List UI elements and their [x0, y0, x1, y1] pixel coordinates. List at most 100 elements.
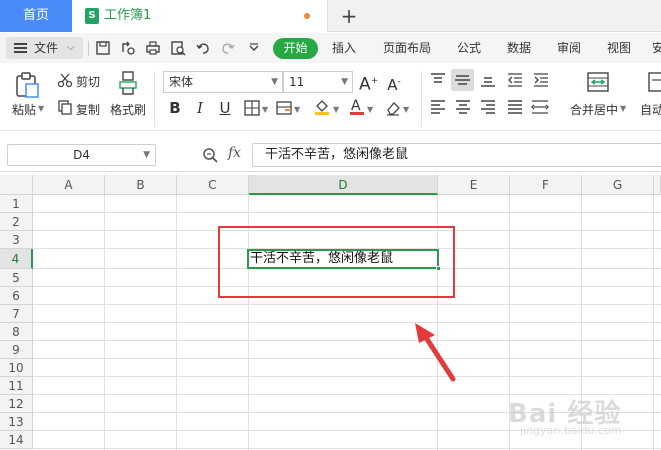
column-header-e[interactable]: E	[438, 175, 510, 195]
gridline	[33, 212, 661, 213]
chevron-down-icon[interactable]: ▼	[38, 104, 44, 113]
chevron-down-icon[interactable]: ▼	[333, 105, 339, 114]
baidu-watermark: Bai 经验 jingyan.baidu.com	[508, 393, 658, 443]
merge-center-icon[interactable]	[586, 70, 610, 94]
chevron-down-icon[interactable]: ▼	[262, 105, 268, 114]
fx-icon[interactable]: fx	[228, 145, 241, 161]
customize-toolbar-icon[interactable]	[246, 40, 262, 56]
column-header-f[interactable]: F	[510, 175, 582, 195]
hamburger-icon	[14, 43, 27, 53]
save-icon[interactable]	[95, 40, 111, 56]
column-header-h[interactable]	[654, 175, 661, 195]
chevron-down-icon[interactable]: ▼	[294, 105, 300, 114]
row-header-6[interactable]: 6	[0, 287, 33, 305]
eraser-icon[interactable]	[385, 100, 401, 116]
column-header-b[interactable]: B	[105, 175, 177, 195]
paste-button[interactable]: 粘贴	[12, 101, 36, 118]
chevron-down-icon[interactable]: ▼	[367, 105, 373, 114]
align-bottom-icon[interactable]	[480, 73, 496, 87]
row-header-8[interactable]: 8	[0, 323, 33, 341]
chevron-down-icon[interactable]: ▼	[620, 104, 626, 113]
paste-icon[interactable]	[14, 71, 40, 99]
column-header-g[interactable]: G	[582, 175, 654, 195]
font-name-value: 宋体	[169, 75, 194, 89]
distributed-align-icon[interactable]	[531, 99, 549, 115]
name-box[interactable]: D4 ▼	[7, 144, 156, 166]
scissors-icon	[57, 72, 73, 88]
row-header-7[interactable]: 7	[0, 305, 33, 323]
row-header-10[interactable]: 10	[0, 359, 33, 377]
wrap-text-button[interactable]: 自动	[640, 101, 661, 118]
align-center-icon[interactable]	[455, 100, 471, 114]
align-left-icon[interactable]	[430, 100, 446, 114]
wrap-text-icon[interactable]	[647, 70, 661, 94]
column-header-c[interactable]: C	[177, 175, 249, 195]
increase-indent-icon[interactable]	[533, 73, 549, 87]
row-header-14[interactable]: 14	[0, 431, 33, 449]
row-header-9[interactable]: 9	[0, 341, 33, 359]
font-name-select[interactable]: 宋体 ▼	[163, 71, 283, 93]
row-header-2[interactable]: 2	[0, 213, 33, 231]
align-right-icon[interactable]	[480, 100, 496, 114]
tab-view[interactable]: 视图	[607, 33, 631, 63]
tab-insert[interactable]: 插入	[332, 33, 356, 63]
decrease-font-icon[interactable]: A-	[385, 73, 403, 94]
row-header-13[interactable]: 13	[0, 413, 33, 431]
font-size-value: 11	[289, 75, 305, 89]
tab-review[interactable]: 审阅	[557, 33, 581, 63]
format-painter-button[interactable]: 格式刷	[110, 101, 146, 118]
tab-security[interactable]: 安	[652, 33, 661, 63]
align-top-icon[interactable]	[430, 73, 446, 87]
unsaved-dot-icon	[304, 13, 310, 19]
copy-button[interactable]: 复制	[76, 101, 100, 118]
divider	[154, 71, 155, 127]
select-all-corner[interactable]	[0, 175, 33, 195]
row-header-4[interactable]: 4	[0, 249, 33, 269]
font-color-icon[interactable]: A	[349, 97, 365, 117]
underline-icon[interactable]: U	[216, 99, 234, 117]
print-preview-icon[interactable]	[170, 40, 186, 56]
annotation-arrow-icon	[405, 321, 461, 386]
decrease-indent-icon[interactable]	[507, 73, 523, 87]
formula-input[interactable]: 干活不辛苦，悠闲像老鼠	[252, 143, 661, 167]
tab-data[interactable]: 数据	[507, 33, 531, 63]
tab-page-layout[interactable]: 页面布局	[383, 33, 431, 63]
zoom-icon[interactable]	[202, 147, 218, 166]
row-header-1[interactable]: 1	[0, 195, 33, 213]
fill-color-icon[interactable]	[313, 98, 331, 116]
merge-center-button[interactable]: 合并居中	[570, 101, 618, 118]
justify-icon[interactable]	[507, 100, 523, 114]
row-header-12[interactable]: 12	[0, 395, 33, 413]
gridline	[33, 340, 661, 341]
export-icon[interactable]	[120, 40, 136, 56]
spreadsheet-icon: S	[85, 8, 99, 24]
print-icon[interactable]	[145, 40, 161, 56]
name-box-value: D4	[73, 148, 90, 162]
borders-icon[interactable]	[244, 100, 260, 116]
increase-font-icon[interactable]: A+	[359, 72, 378, 94]
new-tab-button[interactable]: +	[338, 3, 360, 29]
row-header-3[interactable]: 3	[0, 231, 33, 249]
bold-icon[interactable]: B	[166, 99, 184, 117]
tab-home[interactable]: 首页	[0, 0, 72, 32]
tab-formulas[interactable]: 公式	[457, 33, 481, 63]
tab-start[interactable]: 开始	[273, 38, 318, 59]
cut-button[interactable]: 剪切	[76, 73, 100, 90]
italic-icon[interactable]: I	[191, 99, 209, 117]
tab-workbook[interactable]: S 工作簿1	[72, 0, 328, 32]
cell-style-icon[interactable]	[276, 100, 292, 116]
align-middle-icon[interactable]	[451, 69, 474, 91]
format-painter-icon[interactable]	[117, 70, 139, 96]
gridline	[33, 304, 661, 305]
gridline	[33, 448, 661, 449]
font-size-select[interactable]: 11 ▼	[283, 71, 353, 93]
row-header-5[interactable]: 5	[0, 269, 33, 287]
redo-icon[interactable]	[220, 40, 236, 56]
column-header-d[interactable]: D	[249, 175, 438, 195]
row-header-11[interactable]: 11	[0, 377, 33, 395]
undo-icon[interactable]	[195, 40, 211, 56]
file-menu-button[interactable]: 文件 ⌵	[6, 37, 83, 59]
tab-workbook-title: 工作簿1	[104, 8, 152, 23]
chevron-down-icon[interactable]: ▼	[403, 105, 409, 114]
column-header-a[interactable]: A	[33, 175, 105, 195]
